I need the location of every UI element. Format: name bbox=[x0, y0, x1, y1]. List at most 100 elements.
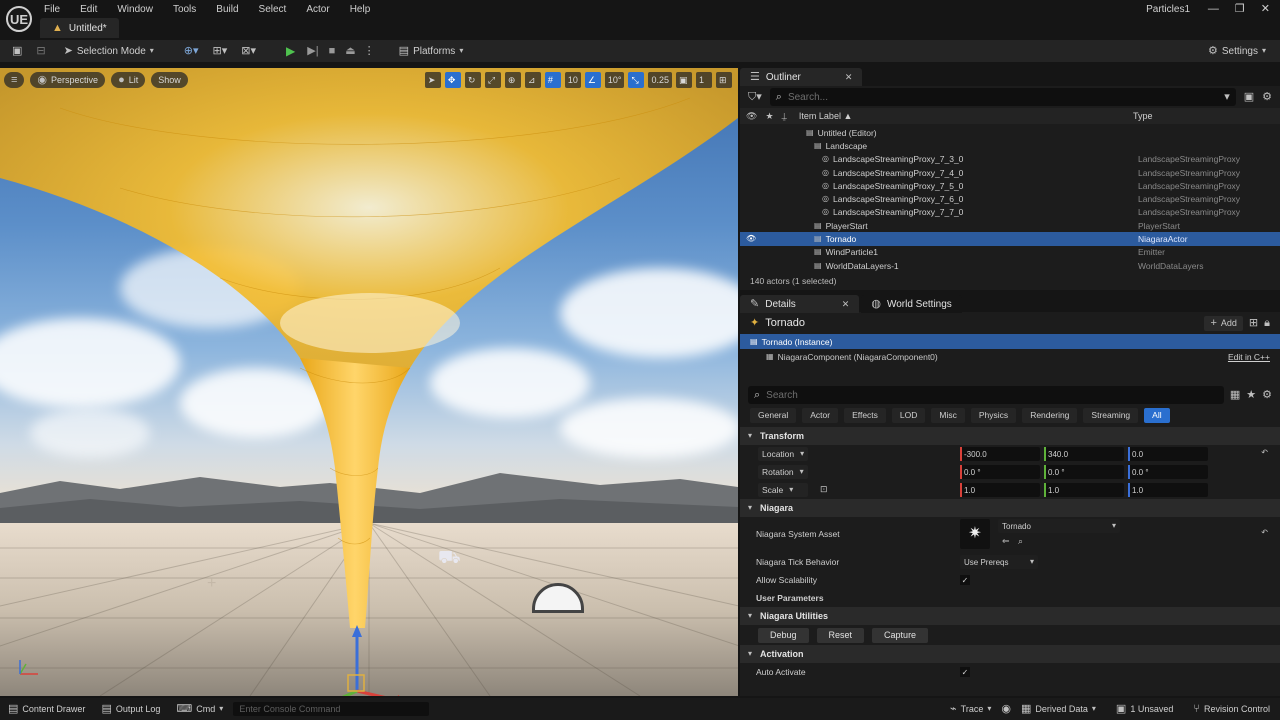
menu-window[interactable]: Window bbox=[117, 4, 153, 15]
camera-speed-icon[interactable]: ▣ bbox=[676, 72, 692, 88]
outliner-row[interactable]: ◎ LandscapeStreamingProxy_7_3_0 LandscapeS… bbox=[740, 153, 1280, 166]
filter-general[interactable]: General bbox=[750, 407, 797, 423]
details-search-input[interactable]: ⌕ Search bbox=[748, 386, 1224, 404]
outliner-row[interactable]: ▤ WorldDataLayers-1 WorldDataLayers bbox=[740, 259, 1280, 272]
menu-tools[interactable]: Tools bbox=[173, 4, 196, 15]
user-parameters-row[interactable]: User Parameters bbox=[740, 589, 1280, 607]
transform-category[interactable]: ▾ Transform bbox=[740, 427, 1280, 445]
rotation-y-field[interactable]: 0.0 ° bbox=[1044, 465, 1124, 479]
gear-icon[interactable]: ⚙ bbox=[1262, 389, 1272, 401]
filter-streaming[interactable]: Streaming bbox=[1083, 407, 1139, 423]
niagara-asset-dropdown[interactable]: Tornado ▾ bbox=[998, 519, 1120, 533]
visibility-icon[interactable]: 👁 bbox=[746, 111, 757, 121]
filter-effects[interactable]: Effects bbox=[844, 407, 886, 423]
component-row[interactable]: ▦ NiagaraComponent (NiagaraComponent0) E… bbox=[740, 349, 1280, 365]
outliner-row[interactable]: ▤ WindParticle1 Emitter bbox=[740, 246, 1280, 259]
filter-misc[interactable]: Misc bbox=[931, 407, 965, 423]
more-options-icon[interactable]: ⋮ bbox=[364, 45, 375, 57]
select-tool-icon[interactable]: ➤ bbox=[424, 72, 441, 88]
cmd-dropdown[interactable]: ⌨ Cmd ▾ bbox=[176, 703, 223, 715]
outliner-search-input[interactable]: ⌕ Search... ▾ bbox=[769, 88, 1236, 106]
reset-arrow-icon[interactable]: ↶ bbox=[1261, 449, 1268, 457]
layout-icon[interactable]: ⊞ bbox=[716, 72, 732, 88]
record-icon[interactable]: ◉ bbox=[1001, 703, 1011, 715]
save-icon[interactable]: ▣ bbox=[12, 45, 22, 57]
allow-scalability-checkbox[interactable]: ✓ bbox=[960, 575, 970, 585]
details-tab[interactable]: ✎ Details ✕ bbox=[740, 295, 860, 313]
outliner-row[interactable]: ▤ Landscape bbox=[740, 139, 1280, 152]
menu-help[interactable]: Help bbox=[350, 4, 371, 15]
menu-actor[interactable]: Actor bbox=[306, 4, 329, 15]
location-dropdown[interactable]: Location ▾ bbox=[758, 447, 808, 461]
world-local-icon[interactable]: ⊕ bbox=[504, 72, 521, 88]
play-icon[interactable]: ▶ bbox=[286, 45, 295, 57]
menu-file[interactable]: File bbox=[44, 4, 60, 15]
level-viewport[interactable]: ⛟ + ≡ ◉ Perspective ● Lit Show ➤ ✥ ↻ ⤢ ⊕… bbox=[0, 68, 738, 696]
outliner-row[interactable]: ◎ LandscapeStreamingProxy_7_6_0 LandscapeS… bbox=[740, 192, 1280, 205]
cinematics-icon[interactable]: ⊠▾ bbox=[241, 45, 256, 57]
maximize-icon[interactable]: ❐ bbox=[1235, 2, 1245, 15]
step-icon[interactable]: ▶| bbox=[307, 45, 318, 57]
add-folder-icon[interactable]: ▣ bbox=[1244, 91, 1254, 103]
stop-icon[interactable]: ■ bbox=[329, 45, 336, 57]
scale-z-field[interactable]: 1.0 bbox=[1128, 483, 1208, 497]
outliner-row[interactable]: ◎ LandscapeStreamingProxy_7_7_0 LandscapeS… bbox=[740, 206, 1280, 219]
grid-snap-icon[interactable]: # bbox=[544, 72, 561, 88]
unsaved-button[interactable]: ▣ 1 Unsaved bbox=[1116, 703, 1173, 715]
visibility-icon[interactable]: 👁 bbox=[746, 235, 756, 243]
lock-icon[interactable]: ⊡ bbox=[820, 485, 828, 494]
column-type[interactable]: Type bbox=[1133, 111, 1153, 121]
surface-snap-icon[interactable]: ⊿ bbox=[524, 72, 541, 88]
close-tab-icon[interactable]: ✕ bbox=[842, 299, 850, 309]
settings-button[interactable]: ⚙ Settings ▾ bbox=[1202, 42, 1272, 60]
star-icon[interactable]: ★ bbox=[1246, 389, 1256, 401]
pin-icon[interactable]: ⍊ bbox=[782, 111, 787, 121]
output-log-button[interactable]: ▤ Output Log bbox=[101, 703, 160, 715]
gear-icon[interactable]: ⚙ bbox=[1262, 91, 1272, 103]
scale-snap-value[interactable]: 0.25 bbox=[648, 72, 672, 88]
player-start-icon[interactable]: ⛟ bbox=[438, 548, 461, 566]
viewport-options-button[interactable]: ≡ bbox=[4, 72, 25, 88]
scale-tool-icon[interactable]: ⤢ bbox=[484, 72, 501, 88]
browse-icon[interactable]: ⌕ bbox=[1018, 537, 1023, 546]
niagara-category[interactable]: ▾ Niagara bbox=[740, 499, 1280, 517]
scale-y-field[interactable]: 1.0 bbox=[1044, 483, 1124, 497]
rotation-snap-value[interactable]: 10° bbox=[604, 72, 625, 88]
grid-snap-value[interactable]: 10 bbox=[564, 72, 581, 88]
close-tab-icon[interactable]: ✕ bbox=[845, 72, 853, 82]
reset-button[interactable]: Reset bbox=[816, 627, 865, 643]
level-tab[interactable]: ▲ Untitled* bbox=[40, 18, 119, 38]
reset-arrow-icon[interactable]: ↶ bbox=[1261, 529, 1268, 537]
filter-rendering[interactable]: Rendering bbox=[1022, 407, 1078, 423]
actor-name[interactable]: Tornado bbox=[765, 317, 805, 329]
edit-cpp-link[interactable]: Edit in C++ bbox=[1228, 352, 1270, 362]
camera-speed-value[interactable]: 1 bbox=[696, 72, 712, 88]
derived-data-button[interactable]: ▦ Derived Data ▾ bbox=[1021, 703, 1096, 715]
console-command-input[interactable]: Enter Console Command bbox=[233, 702, 430, 716]
rotation-x-field[interactable]: 0.0 ° bbox=[960, 465, 1040, 479]
instance-row[interactable]: ▤ Tornado (Instance) bbox=[740, 334, 1280, 349]
outliner-row[interactable]: 👁 ▤ Tornado NiagaraActor bbox=[740, 232, 1280, 246]
mode-selector[interactable]: ➤ Selection Mode ▾ bbox=[58, 42, 160, 60]
translate-tool-icon[interactable]: ✥ bbox=[444, 72, 461, 88]
transform-gizmo[interactable] bbox=[310, 623, 420, 696]
scale-dropdown[interactable]: Scale ▾ bbox=[758, 483, 808, 497]
close-window-icon[interactable]: ✕ bbox=[1261, 2, 1270, 15]
outliner-row[interactable]: ◎ LandscapeStreamingProxy_7_4_0 LandscapeS… bbox=[740, 166, 1280, 179]
menu-select[interactable]: Select bbox=[259, 4, 287, 15]
filter-actor[interactable]: Actor bbox=[802, 407, 839, 423]
menu-build[interactable]: Build bbox=[216, 4, 238, 15]
outliner-row[interactable]: ▤ PlayerStart PlayerStart bbox=[740, 219, 1280, 232]
auto-activate-checkbox[interactable]: ✓ bbox=[960, 667, 970, 677]
perspective-button[interactable]: ◉ Perspective bbox=[30, 72, 106, 88]
add-actor-icon[interactable]: ⊕▾ bbox=[184, 45, 199, 57]
outliner-tab[interactable]: ☰ Outliner ✕ bbox=[740, 68, 863, 86]
rotation-dropdown[interactable]: Rotation ▾ bbox=[758, 465, 808, 479]
niagara-system-thumbnail-icon[interactable]: ✷ bbox=[960, 519, 990, 549]
column-item-label[interactable]: Item Label ▲ bbox=[799, 111, 852, 121]
filter-all[interactable]: All bbox=[1144, 407, 1170, 423]
scale-snap-icon[interactable]: ⤡ bbox=[628, 72, 645, 88]
outliner-row[interactable]: ◎ LandscapeStreamingProxy_7_5_0 LandscapeS… bbox=[740, 179, 1280, 192]
world-settings-tab[interactable]: ◍ World Settings bbox=[861, 295, 962, 313]
trace-button[interactable]: ⌁ Trace ▾ bbox=[950, 703, 991, 715]
